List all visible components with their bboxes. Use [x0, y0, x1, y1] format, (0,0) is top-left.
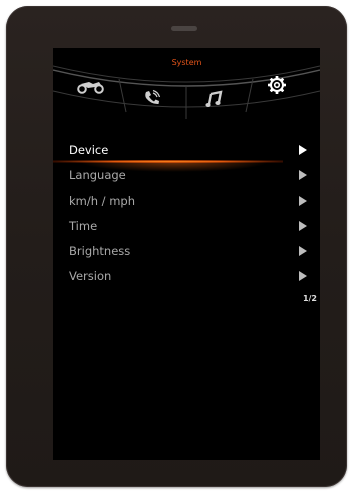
chevron-right-icon: [299, 195, 307, 206]
menu-item-language[interactable]: Language: [69, 165, 307, 190]
motorcycle-icon: [77, 82, 104, 94]
page-indicator: 1/2: [302, 294, 317, 303]
device-bezel: System Device Language km/h / mph Time B…: [6, 6, 347, 487]
selection-underline: [53, 160, 283, 163]
chevron-right-icon: [299, 271, 307, 282]
menu-item-time[interactable]: Time: [69, 216, 307, 241]
chevron-right-icon: [299, 170, 307, 181]
chevron-right-icon: [299, 145, 307, 155]
menu-item-version[interactable]: Version: [69, 266, 307, 291]
menu-item-label: Language: [69, 168, 126, 183]
tab-vehicle[interactable]: [77, 78, 105, 98]
menu-item-label: Version: [69, 269, 112, 284]
menu-item-device[interactable]: Device: [53, 140, 307, 172]
tab-settings[interactable]: [267, 75, 287, 99]
phone-icon: [145, 89, 161, 105]
chevron-right-icon: [299, 246, 307, 257]
music-icon: [205, 90, 223, 107]
menu-item-label: km/h / mph: [69, 193, 136, 208]
menu-item-brightness[interactable]: Brightness: [69, 241, 307, 266]
tab-music[interactable]: [205, 90, 223, 112]
tab-phone[interactable]: [143, 89, 161, 111]
gear-icon: [268, 76, 286, 94]
menu-item-label: Time: [69, 218, 98, 233]
menu-item-label: Device: [69, 143, 109, 157]
display-screen: System Device Language km/h / mph Time B…: [53, 48, 320, 460]
menu-item-label: Brightness: [69, 244, 131, 259]
chevron-right-icon: [299, 220, 307, 231]
menu-item-units[interactable]: km/h / mph: [69, 191, 307, 216]
settings-menu: Device Language km/h / mph Time Brightne…: [53, 140, 307, 292]
speaker-grille: [171, 26, 197, 31]
